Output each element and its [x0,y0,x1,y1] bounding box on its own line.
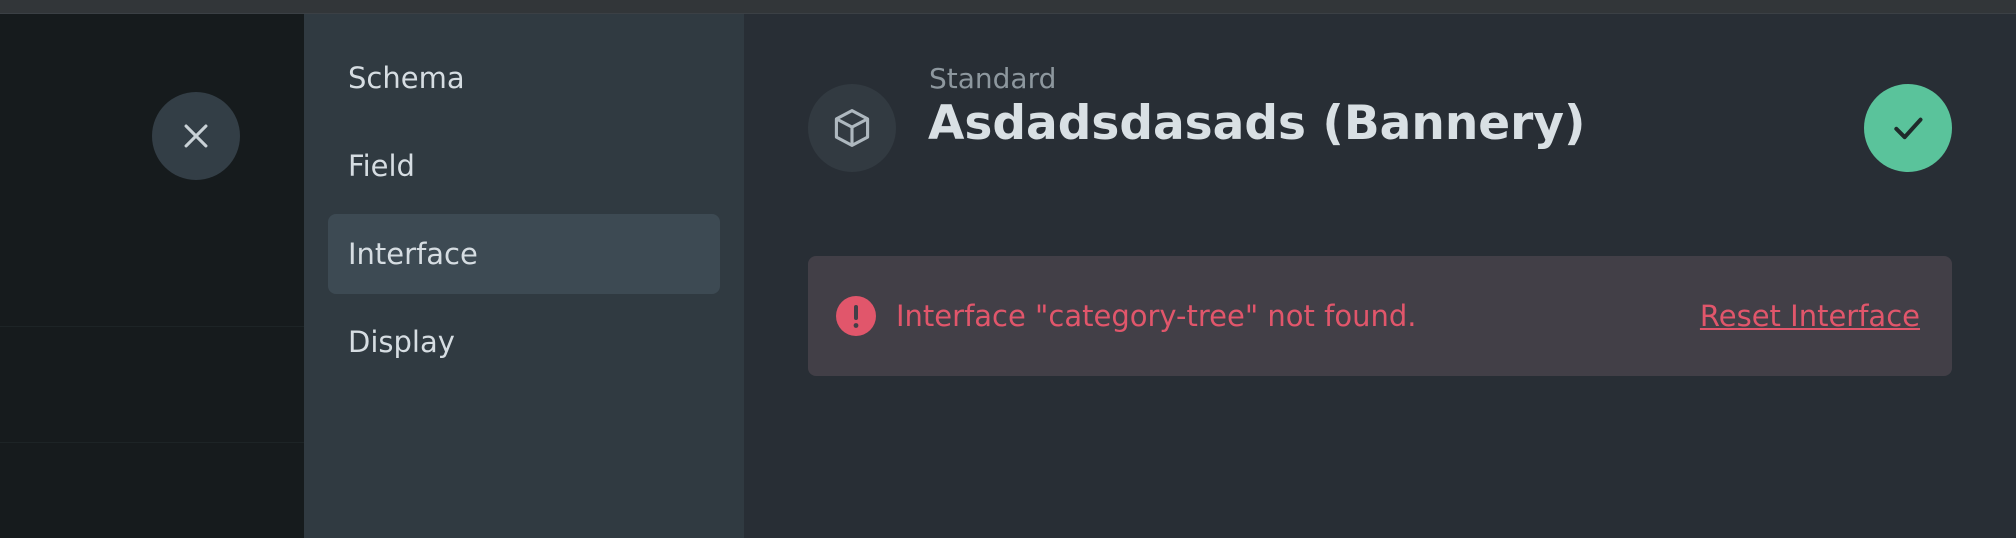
backdrop-row-divider [0,326,304,327]
box-icon [834,109,870,147]
nav-item-interface[interactable]: Interface [328,214,720,294]
backdrop-overlay[interactable] [0,14,304,538]
nav-item-schema[interactable]: Schema [328,38,720,118]
reset-interface-link[interactable]: Reset Interface [1700,299,1920,333]
top-bar [0,0,2016,14]
nav-item-label: Schema [348,61,465,95]
nav-item-field[interactable]: Field [328,126,720,206]
nav-item-label: Interface [348,237,478,271]
drawer-navigation: Schema Field Interface Display [304,14,744,538]
nav-item-label: Field [348,149,415,183]
header-eyebrow: Standard [929,62,1057,95]
check-icon [1894,117,1923,140]
nav-item-display[interactable]: Display [328,302,720,382]
alert-icon [836,296,876,336]
drawer-content: Standard Asdadsdasads (Bannery) Interfac… [744,14,2016,538]
page-title: Asdadsdasads (Bannery) [928,96,1586,151]
close-icon [184,124,208,148]
save-button[interactable] [1864,84,1952,172]
error-message: Interface "category-tree" not found. [896,299,1417,333]
header-icon-badge [808,84,896,172]
close-button[interactable] [152,92,240,180]
backdrop-row-divider [0,442,304,443]
nav-item-label: Display [348,325,455,359]
error-notice: Interface "category-tree" not found. Res… [808,256,1952,376]
